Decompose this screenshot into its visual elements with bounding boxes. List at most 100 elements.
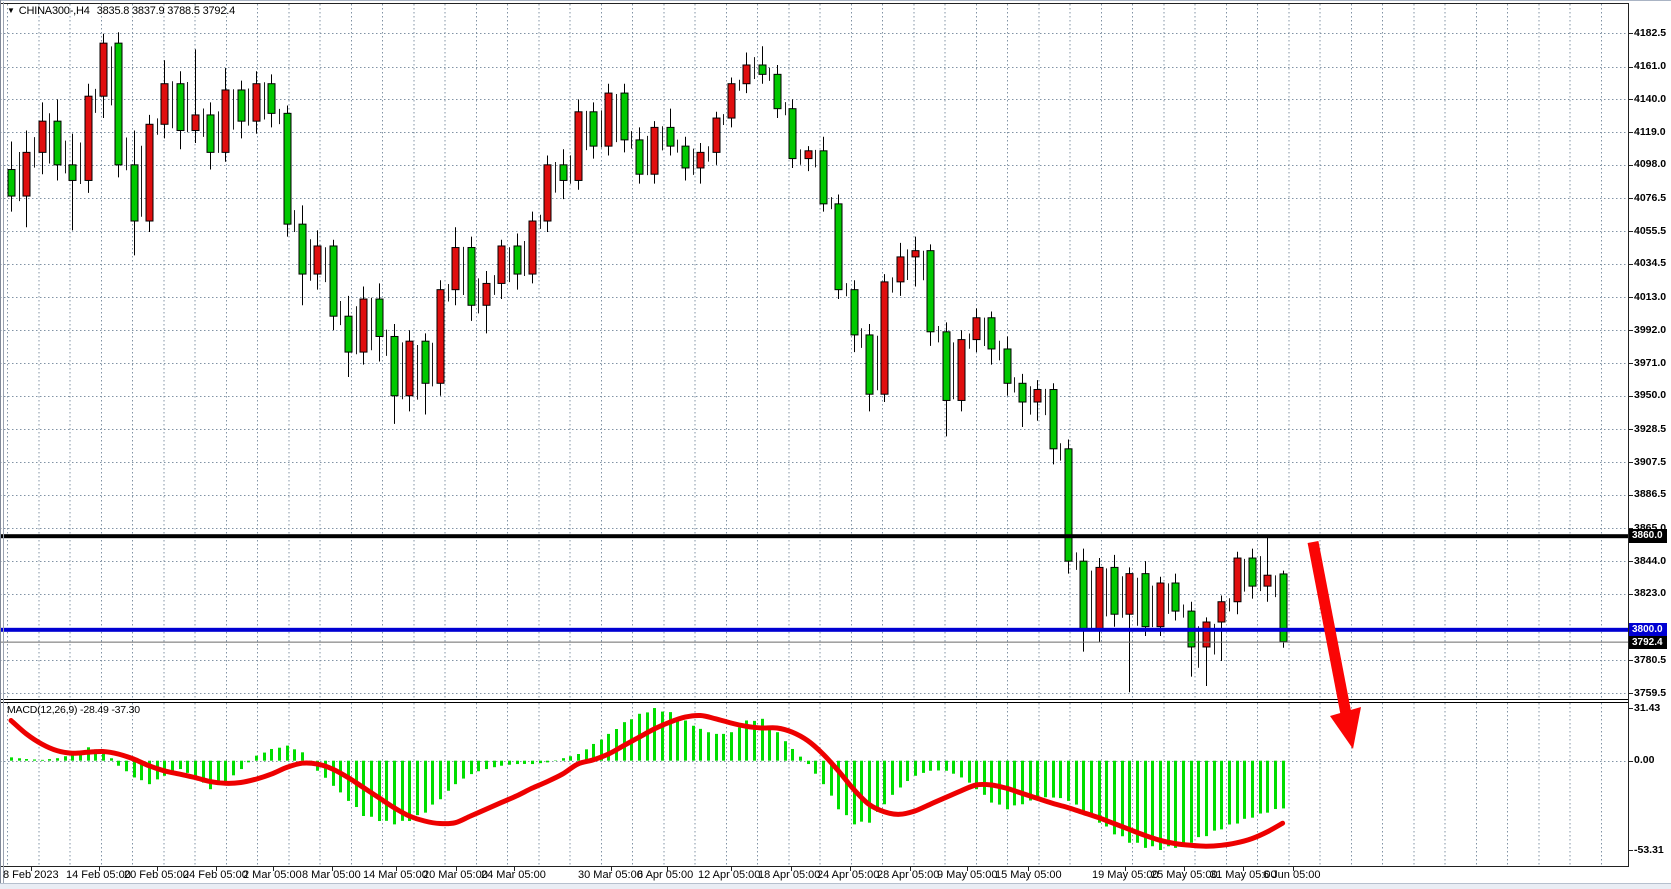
- candle-body: [1034, 390, 1041, 402]
- candle-body: [238, 90, 245, 121]
- candle-body: [437, 290, 444, 384]
- price-axis-label: 4034.5: [1634, 257, 1666, 269]
- candle-body: [805, 151, 812, 159]
- candle-body: [1172, 583, 1179, 611]
- dropdown-arrow-icon[interactable]: ▼: [7, 6, 15, 15]
- candle-body: [743, 65, 750, 84]
- price-axis-label: 3992.0: [1634, 324, 1666, 336]
- candle-body: [268, 84, 275, 114]
- candle-body: [1019, 383, 1026, 402]
- candles: [8, 32, 1287, 692]
- time-axis-label: 14 Mar 05:00: [363, 869, 428, 881]
- candle-body: [406, 341, 413, 396]
- candle-body: [1126, 574, 1133, 615]
- candle-body: [253, 84, 260, 121]
- candle-body: [1218, 602, 1225, 622]
- price-axis-label: 3759.5: [1634, 687, 1666, 699]
- candle-body: [1203, 622, 1210, 647]
- candle-body: [697, 152, 704, 168]
- candle-body: [514, 246, 521, 274]
- price-axis-label: 4119.0: [1634, 126, 1666, 138]
- candle-body: [713, 118, 720, 152]
- candle-body: [284, 113, 291, 224]
- symbol-label: ▼ CHINA300-,H4 3835.8 3837.9 3788.5 3792.4: [7, 5, 235, 17]
- candle-body: [897, 257, 904, 282]
- candle-body: [529, 221, 536, 274]
- time-axis-label: 8 Feb 2023: [3, 869, 59, 881]
- candle-body: [851, 290, 858, 335]
- candle-body: [667, 127, 674, 146]
- window-left-edge-inner: [3, 2, 4, 884]
- support-line[interactable]: [0, 628, 1628, 632]
- level-lines[interactable]: [0, 534, 1628, 642]
- candle-body: [115, 43, 122, 165]
- price-axis-label: 4013.0: [1634, 291, 1666, 303]
- candle-body: [636, 140, 643, 174]
- symbol-name: CHINA300-,H4: [19, 5, 90, 17]
- candle-body: [1080, 561, 1087, 630]
- candle-body: [391, 336, 398, 395]
- candle-body: [468, 248, 475, 306]
- candle-body: [39, 121, 46, 152]
- resistance-price-badge: 3860.0: [1629, 529, 1667, 543]
- candle-body: [131, 165, 138, 221]
- price-axis-label: 4182.5: [1634, 27, 1666, 39]
- window-left-edge: [0, 0, 1, 889]
- candle-body: [345, 316, 352, 352]
- resistance-line[interactable]: [0, 534, 1628, 538]
- candle-body: [820, 151, 827, 204]
- price-axis-label: 3886.5: [1634, 488, 1666, 500]
- indicator-label: MACD(12,26,9) -28.49 -37.30: [7, 704, 140, 716]
- candle-body: [192, 115, 199, 131]
- candle-body: [621, 93, 628, 140]
- macd-axis-label: -53.31: [1634, 844, 1664, 856]
- candle-body: [314, 246, 321, 274]
- price-axis-label: 3844.0: [1634, 555, 1666, 567]
- candle-body: [146, 124, 153, 221]
- price-axis-label: 3823.0: [1634, 587, 1666, 599]
- candle-body: [69, 165, 76, 181]
- candle-body: [1004, 349, 1011, 383]
- candle-body: [54, 121, 61, 165]
- time-axis-label: 20 Mar 05:00: [423, 869, 488, 881]
- candle-body: [759, 65, 766, 74]
- price-axis-label: 4098.0: [1634, 158, 1666, 170]
- arrow-head-icon: [1330, 707, 1361, 749]
- time-axis-label: 24 Mar 05:00: [481, 869, 546, 881]
- chart-canvas[interactable]: [0, 0, 1671, 889]
- candle-body: [912, 251, 919, 257]
- candle-body: [1142, 574, 1149, 627]
- ohlc-values: 3835.8 3837.9 3788.5 3792.4: [97, 5, 235, 17]
- time-axis-label: 28 Apr 05:00: [877, 869, 939, 881]
- time-axis-label: 19 May 05:00: [1092, 869, 1159, 881]
- candle-body: [560, 165, 567, 181]
- macd-axis-label: 31.43: [1634, 702, 1660, 714]
- candle-body: [422, 341, 429, 383]
- grid: [0, 4, 1628, 866]
- candle-body: [988, 318, 995, 349]
- candle-body: [682, 146, 689, 168]
- candle-body: [590, 112, 597, 146]
- macd-indicator: [11, 708, 1284, 850]
- price-axis-label: 4055.5: [1634, 225, 1666, 237]
- time-axis-label: 15 May 05:00: [995, 869, 1062, 881]
- time-axis-label: 30 Mar 05:00: [578, 869, 643, 881]
- price-axis-label: 3971.0: [1634, 357, 1666, 369]
- chart-window: ▼ CHINA300-,H4 3835.8 3837.9 3788.5 3792.4…: [0, 0, 1671, 889]
- time-axis-label: 12 Apr 05:00: [698, 869, 760, 881]
- time-axis-label: 18 Apr 05:00: [758, 869, 820, 881]
- candle-body: [881, 282, 888, 394]
- candle-body: [8, 170, 15, 197]
- candle-body: [835, 204, 842, 290]
- time-axis-label: 9 May 05:00: [937, 869, 998, 881]
- candle-body: [1050, 390, 1057, 449]
- candle-body: [943, 332, 950, 401]
- macd-axis-label: 0.00: [1634, 754, 1654, 766]
- candle-body: [1096, 567, 1103, 629]
- candle-body: [360, 299, 367, 352]
- candle-body: [222, 90, 229, 152]
- candle-body: [207, 115, 214, 152]
- candle-body: [973, 318, 980, 340]
- candle-body: [789, 109, 796, 159]
- candle-body: [100, 43, 107, 96]
